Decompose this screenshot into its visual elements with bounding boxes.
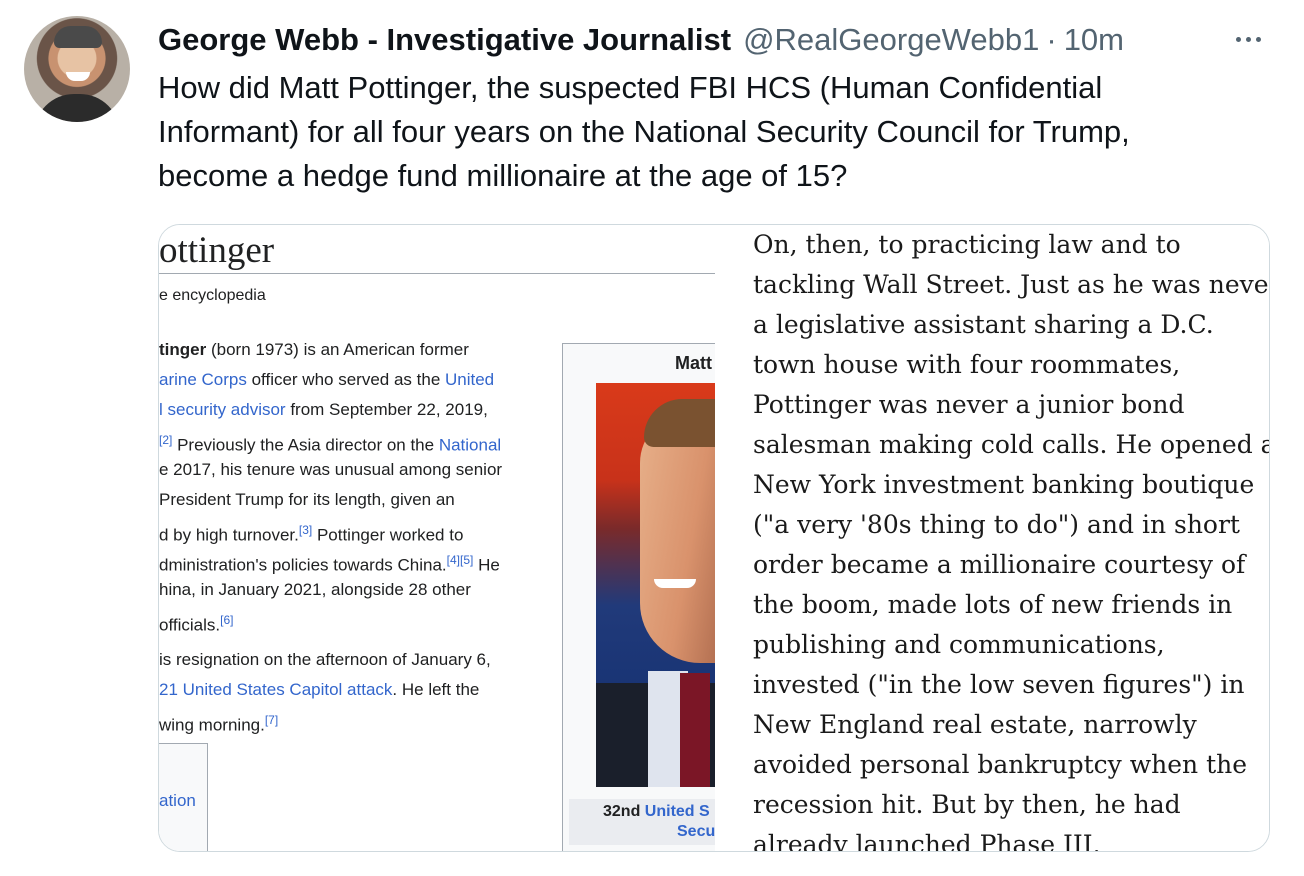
timestamp[interactable]: 10m <box>1064 22 1124 58</box>
wikipedia-screenshot: ottinger e encyclopedia tinger (born 197… <box>159 225 715 851</box>
dot-icon <box>1255 36 1261 42</box>
article-line: recession hit. But by then, he had <box>753 790 1181 819</box>
wiki-line: wing morning.[7] <box>159 713 279 735</box>
tweet-text: How did Matt Pottinger, the suspected FB… <box>158 70 1130 193</box>
wiki-title-rule <box>159 273 715 274</box>
article-line: Pottinger was never a junior bond <box>753 390 1185 419</box>
article-line: ("a very '80s thing to do") and in short <box>753 510 1240 539</box>
wiki-line: l security advisor from September 22, 20… <box>159 400 488 419</box>
article-line: salesman making cold calls. He opened a <box>753 430 1269 459</box>
tweet-media[interactable]: ottinger e encyclopedia tinger (born 197… <box>158 224 1270 852</box>
wiki-line: officials.[6] <box>159 613 234 635</box>
wiki-line: 21 United States Capitol attack. He left… <box>159 680 480 699</box>
infobox-name: Matt <box>675 353 712 373</box>
wiki-line: is resignation on the afternoon of Janua… <box>159 650 491 669</box>
wiki-line: hina, in January 2021, alongside 28 othe… <box>159 580 471 599</box>
article-line: the boom, made lots of new friends in <box>753 590 1233 619</box>
photo-hair <box>644 399 715 447</box>
avatar-shirt <box>34 94 120 122</box>
dot-icon <box>1245 36 1251 42</box>
article-line: already launched Phase III. <box>753 830 1101 851</box>
display-name[interactable]: George Webb - Investigative Journalist <box>158 22 731 58</box>
dot-icon <box>1235 36 1241 42</box>
infobox-photo <box>596 383 715 787</box>
article-line: a legislative assistant sharing a D.C. <box>753 310 1214 339</box>
article-excerpt: On, then, to practicing law and to tackli… <box>715 225 1269 851</box>
avatar-hair <box>54 26 102 48</box>
wiki-line: tinger (born 1973) is an American former <box>159 340 469 359</box>
avatar-smile <box>66 72 90 81</box>
avatar[interactable] <box>24 16 130 122</box>
wiki-line: [2] Previously the Asia director on the … <box>159 433 502 455</box>
user-handle[interactable]: @RealGeorgeWebb1 <box>743 22 1039 58</box>
wiki-line: President Trump for its length, given an <box>159 490 455 509</box>
wiki-line: arine Corps officer who served as the Un… <box>159 370 495 389</box>
article-line: publishing and communications, <box>753 630 1165 659</box>
tweet-header: George Webb - Investigative Journalist @… <box>158 20 1124 60</box>
infobox-caption-2: Secu <box>677 823 715 840</box>
photo-smile <box>654 579 696 588</box>
wiki-contents-label: ation <box>159 791 196 810</box>
separator-dot: · <box>1046 22 1057 57</box>
article-line: avoided personal bankruptcy when the <box>753 750 1248 779</box>
article-line: New England real estate, narrowly <box>753 710 1197 739</box>
wiki-line: d by high turnover.[3] Pottinger worked … <box>159 523 464 545</box>
article-line: invested ("in the low seven figures") in <box>753 670 1245 699</box>
wiki-title: ottinger <box>159 230 275 271</box>
article-line: order became a millionaire courtesy of <box>753 550 1246 579</box>
article-line: New York investment banking boutique <box>753 470 1255 499</box>
photo-face <box>640 413 715 663</box>
article-line: On, then, to practicing law and to <box>753 230 1181 259</box>
wiki-subtitle: e encyclopedia <box>159 287 266 304</box>
wiki-line: e 2017, his tenure was unusual among sen… <box>159 460 503 479</box>
article-line: town house with four roommates, <box>753 350 1181 379</box>
article-text: On, then, to practicing law and to tackli… <box>753 227 1269 851</box>
article-line: tackling Wall Street. Just as he was nev… <box>753 270 1269 299</box>
more-horizontal-icon[interactable] <box>1228 24 1268 54</box>
wiki-body: tinger (born 1973) is an American former… <box>159 335 549 735</box>
wiki-line: dministration's policies towards China.[… <box>159 553 500 575</box>
infobox-caption: 32nd United S <box>603 803 710 820</box>
photo-tie <box>680 673 710 787</box>
